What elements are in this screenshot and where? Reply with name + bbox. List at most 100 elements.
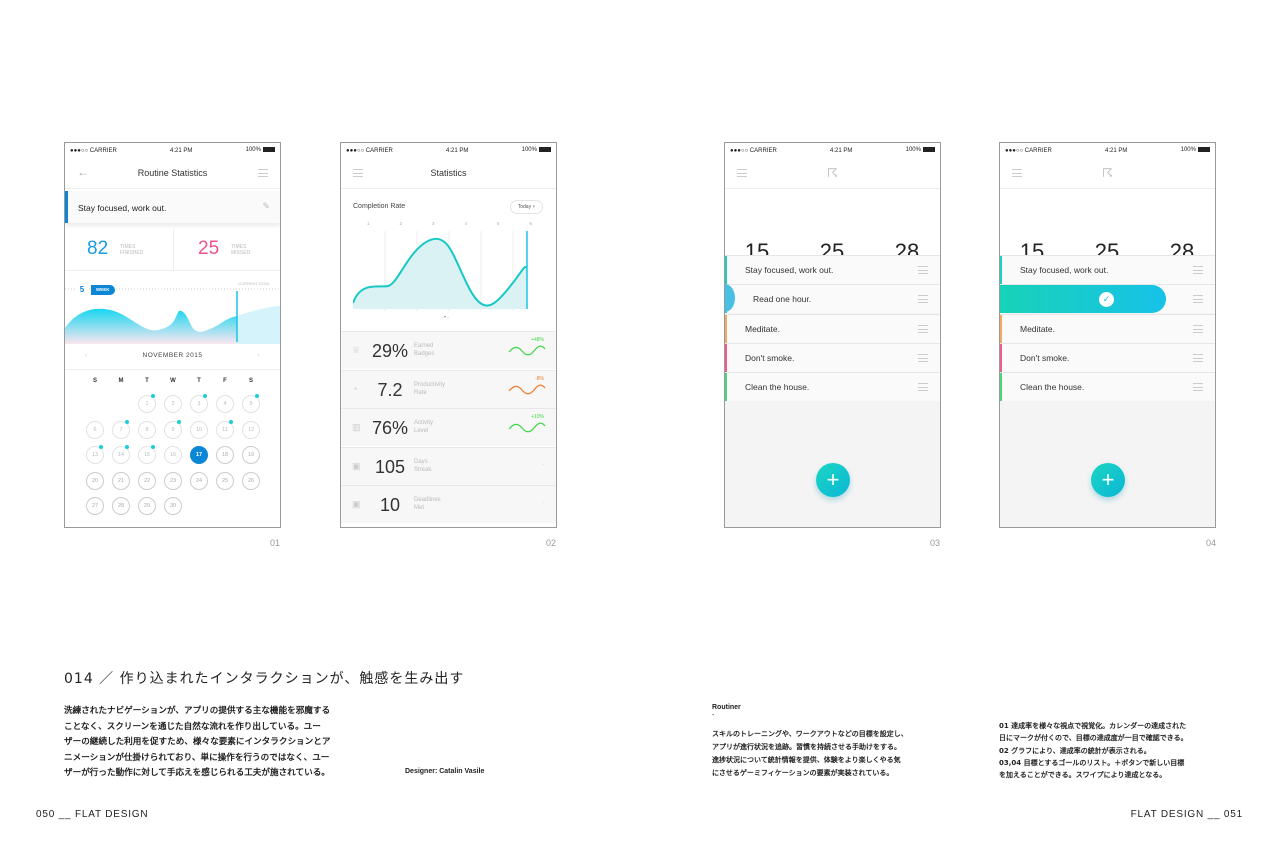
calendar-day[interactable]: 7	[112, 419, 130, 439]
completed-dot	[229, 419, 233, 424]
calendar-day[interactable]: 5	[242, 394, 260, 413]
edit-pencil-icon[interactable]: ✎	[262, 201, 270, 212]
drag-handle-icon[interactable]	[918, 353, 928, 362]
calendar-day[interactable]: 25	[216, 471, 234, 490]
stat-value: 76%	[371, 418, 409, 438]
stat-change: -	[542, 500, 544, 506]
calendar-day[interactable]: 11	[216, 419, 234, 439]
calendar-day[interactable]: 3	[190, 394, 208, 413]
routine-list-item[interactable]: Clean the house.	[1000, 372, 1215, 402]
calendar-day[interactable]: 23	[164, 471, 182, 490]
current-goal-label: CURRENT GOAL	[238, 281, 270, 286]
stat-row[interactable]: ▣ 105 Days Streak -	[341, 446, 556, 485]
stat-change: -8%	[535, 375, 544, 382]
drag-handle-icon[interactable]	[918, 266, 928, 274]
times-missed-value: 25	[198, 238, 220, 259]
routine-list-item[interactable]: Don't smoke.	[725, 342, 940, 372]
routine-label: Clean the house.	[745, 382, 810, 393]
nav-bar: Statistics	[341, 158, 556, 189]
calendar-day[interactable]: 13	[86, 445, 104, 464]
calendar-day[interactable]: 15	[138, 445, 156, 464]
calendar-day[interactable]: 8	[138, 420, 156, 439]
text-line: 洗練されたナビゲーションが、アプリの提供する主な機能を邪魔する	[64, 706, 331, 716]
calendar-day[interactable]: 12	[242, 420, 260, 439]
menu-icon[interactable]	[258, 169, 268, 177]
back-arrow-icon[interactable]: ←	[77, 165, 89, 179]
drag-handle-icon[interactable]	[1193, 324, 1203, 333]
completed-dot	[151, 394, 155, 398]
routine-list-item[interactable]: Don't smoke.	[1000, 342, 1215, 372]
add-routine-button[interactable]: +	[1091, 463, 1125, 497]
menu-icon[interactable]	[737, 169, 747, 177]
stat-row[interactable]: ◔ 7.2 Productivity Rate -8%	[341, 369, 556, 408]
routine-label: Meditate.	[745, 323, 780, 334]
weekday-label: F	[223, 378, 227, 384]
app-logo-icon: ☈	[827, 166, 838, 180]
routine-label: Read one hour.	[753, 294, 812, 305]
battery-icon	[922, 147, 935, 153]
times-finished-value: 82	[87, 238, 109, 259]
battery-icon	[1197, 147, 1210, 153]
page-dots[interactable]: ·•·	[441, 315, 450, 321]
routine-list-item[interactable]: Stay focused, work out.	[725, 255, 940, 284]
x-tick: 5	[497, 221, 500, 226]
drag-handle-icon[interactable]	[918, 383, 928, 392]
routine-list-item[interactable]: Stay focused, work out.	[1000, 255, 1215, 284]
times-finished-label: TIMES FINISHED	[120, 244, 144, 256]
menu-icon[interactable]	[1012, 169, 1022, 177]
page-title: Routine Statistics	[137, 168, 208, 178]
text-line: ことなく、スクリーンを通じた自然な流れを作り出している。ユー	[64, 721, 321, 732]
stat-value: 10	[379, 495, 401, 515]
stat-row[interactable]: ▥ 76% Activity Level +10%	[341, 408, 556, 446]
calendar-day[interactable]: 2	[164, 395, 182, 413]
calendar-day[interactable]: 19	[242, 446, 260, 464]
stat-row[interactable]: ♕ 29% Earned Badges +48%	[341, 331, 556, 369]
stats-summary: 15ACTIVEROUTINES25DAYSSTREAK28BADGESEARN…	[1000, 189, 1215, 285]
sparkline	[508, 422, 546, 433]
stat-change: +10%	[531, 414, 544, 420]
nav-bar: ☈	[1000, 158, 1215, 189]
routine-list-item[interactable]: Read one hour.	[725, 284, 940, 314]
calendar-day[interactable]: 21	[112, 471, 130, 490]
calendar-day[interactable]: 6	[86, 420, 104, 439]
calendar-day[interactable]: 14	[112, 445, 130, 464]
calendar-day[interactable]: 1	[138, 394, 156, 413]
calendar-day[interactable]: 20	[86, 471, 104, 490]
prev-month-icon[interactable]: ‹	[85, 344, 88, 368]
drag-handle-icon[interactable]	[1193, 383, 1203, 392]
x-tick: 6	[529, 221, 533, 226]
app-logo-icon: ☈	[1102, 166, 1113, 180]
calendar-day[interactable]: 4	[216, 395, 234, 413]
calendar-day[interactable]: 22	[138, 471, 156, 490]
drag-handle-icon[interactable]	[1193, 353, 1203, 362]
next-month-icon[interactable]: ›	[257, 344, 260, 368]
drag-handle-icon[interactable]	[1193, 266, 1203, 274]
calendar-day[interactable]: 9	[164, 419, 182, 439]
calendar-day[interactable]: 24	[190, 471, 208, 490]
stat-row[interactable]: ▣ 10 Deadlines Met -	[341, 485, 556, 523]
stat-label: Earned Badges	[414, 343, 435, 357]
menu-icon[interactable]	[353, 169, 363, 177]
battery-icon	[262, 147, 275, 153]
calendar-day[interactable]: 30	[164, 497, 182, 515]
calendar-day[interactable]: 26	[242, 471, 260, 490]
routine-list-item[interactable]: Meditate.	[1000, 313, 1215, 343]
routine-list-item[interactable]: Meditate.	[725, 313, 940, 343]
page-title: Statistics	[430, 168, 467, 178]
calendar-day[interactable]: 10	[190, 420, 208, 439]
drag-handle-icon[interactable]	[918, 295, 928, 304]
routine-list-item[interactable]: Clean the house.	[725, 372, 940, 402]
add-routine-button[interactable]: +	[816, 463, 850, 497]
calendar-day[interactable]: 17	[190, 446, 208, 464]
completed-dot	[177, 419, 181, 424]
calendar-day[interactable]: 16	[164, 446, 182, 464]
range-dropdown[interactable]: Today ▾	[509, 200, 543, 214]
drag-handle-icon[interactable]	[918, 324, 928, 333]
drag-handle-icon[interactable]	[1193, 295, 1203, 304]
calendar-day[interactable]: 18	[216, 446, 234, 464]
calendar-day[interactable]: 28	[112, 497, 130, 515]
routine-card[interactable]: Stay focused, work out. ✎	[65, 191, 280, 223]
routine-list-item[interactable]: ✓	[1000, 284, 1215, 314]
calendar-day[interactable]: 27	[86, 497, 104, 515]
calendar-day[interactable]: 29	[138, 497, 156, 515]
